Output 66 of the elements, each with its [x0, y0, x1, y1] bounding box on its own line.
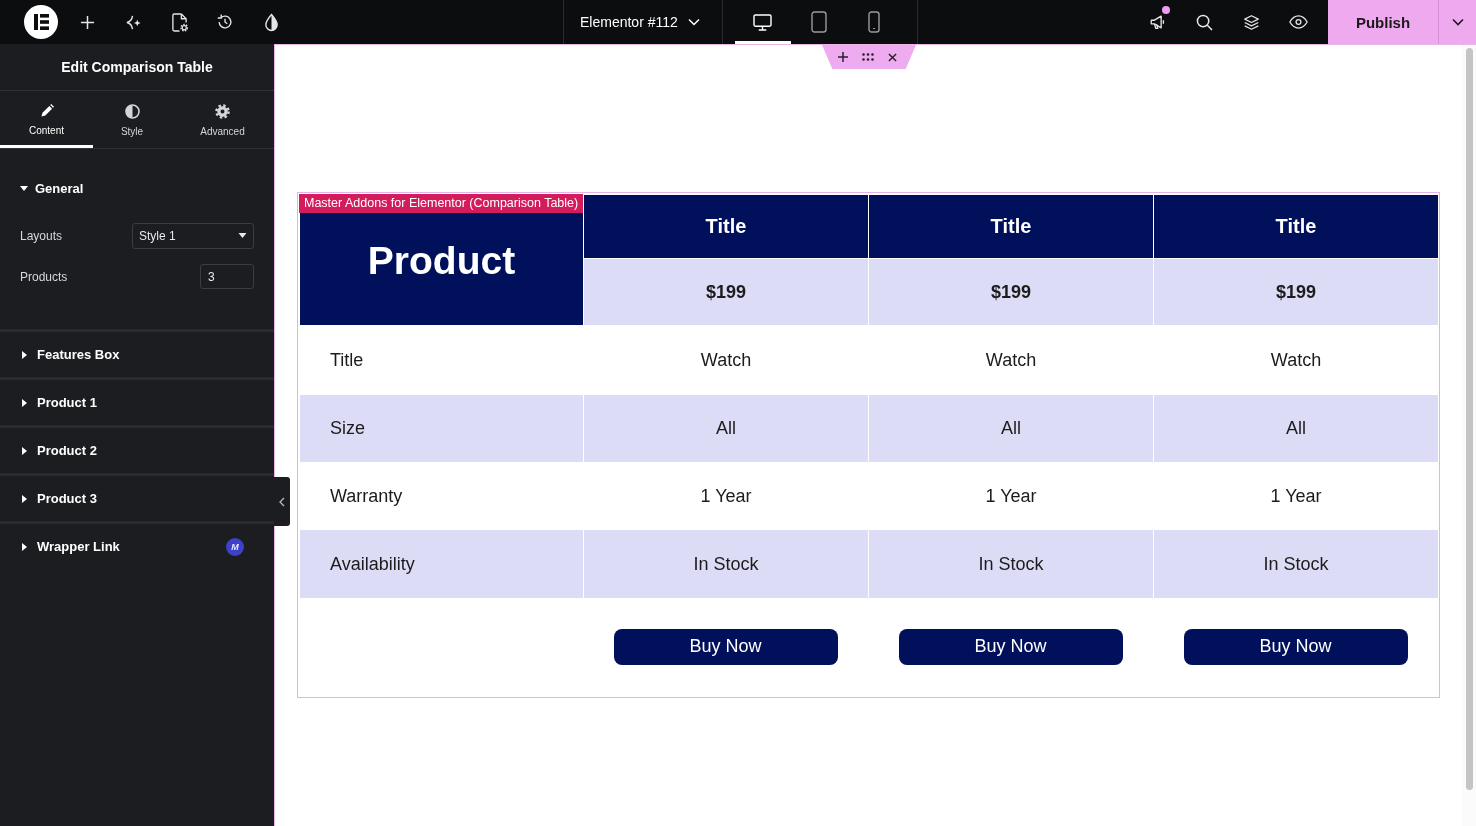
gear-icon	[215, 104, 230, 119]
publish-button[interactable]: Publish	[1328, 0, 1438, 44]
layers-icon	[1243, 13, 1260, 31]
price-cell: $199	[1153, 258, 1438, 325]
caret-right-icon	[22, 542, 27, 551]
grip-icon[interactable]	[862, 53, 874, 61]
caret-right-icon	[22, 398, 27, 407]
mobile-icon	[868, 11, 881, 33]
contrast-icon	[124, 104, 140, 119]
tablet-icon	[810, 11, 827, 33]
row-label-cell: Size	[300, 395, 583, 462]
chevron-left-icon	[279, 496, 285, 507]
table-cell: In Stock	[868, 530, 1153, 598]
desktop-icon	[753, 13, 773, 31]
caret-right-icon	[22, 446, 27, 455]
field-label: Layouts	[20, 228, 63, 243]
table-cell: All	[583, 395, 868, 462]
price-cell: $199	[868, 258, 1153, 325]
panel-tab[interactable]: Content	[0, 91, 93, 148]
collapse-panel-button[interactable]	[274, 477, 290, 526]
table-header-cell: Title	[583, 195, 868, 258]
table-header-cell: Title	[1153, 195, 1438, 258]
caret-down-icon	[20, 185, 28, 191]
number-input[interactable]: 3	[200, 264, 254, 289]
section-toggle[interactable]: Product 3	[20, 491, 97, 506]
sparkle-icon	[124, 13, 142, 31]
row-label-cell: Availability	[300, 530, 583, 598]
section-toggle[interactable]: Product 1	[20, 395, 97, 410]
chevron-down-icon	[1451, 18, 1464, 26]
eye-icon	[1289, 15, 1308, 29]
addon-badge: M	[226, 537, 244, 556]
table-header-cell: Title	[868, 195, 1153, 258]
buy-now-button[interactable]: Buy Now	[898, 628, 1123, 665]
document-gear-icon	[170, 12, 188, 32]
section-toggle[interactable]: General	[20, 180, 84, 196]
layout-select[interactable]: Style 1	[132, 222, 254, 249]
chevron-down-icon	[687, 18, 700, 26]
caret-right-icon	[22, 350, 27, 359]
close-icon[interactable]	[888, 52, 897, 62]
megaphone-icon	[1148, 13, 1167, 31]
history-icon	[216, 13, 234, 31]
buy-now-button[interactable]: Buy Now	[613, 628, 838, 665]
table-cell: In Stock	[583, 530, 868, 598]
caret-right-icon	[22, 494, 27, 503]
panel-tab[interactable]: Style	[93, 91, 171, 148]
price-cell: $199	[583, 258, 868, 325]
scrollbar[interactable]	[1462, 45, 1476, 826]
panel-tab[interactable]: Advanced	[171, 91, 274, 148]
widget-label: Master Addons for Elementor (Comparison Table)	[299, 194, 584, 213]
section-toggle[interactable]: Features Box	[20, 347, 120, 362]
section-toggle[interactable]: Wrapper Link	[20, 539, 120, 554]
logo-icon[interactable]	[24, 5, 58, 39]
table-cell: All	[868, 395, 1153, 462]
plus-icon[interactable]	[838, 52, 848, 62]
scrollbar-thumb[interactable]	[1465, 48, 1473, 790]
section-toggle[interactable]: Product 2	[20, 443, 97, 458]
search-icon	[1196, 13, 1213, 31]
caret-down-icon	[238, 233, 247, 238]
buy-now-button[interactable]: Buy Now	[1183, 628, 1408, 665]
field-label: Products	[20, 269, 68, 284]
plus-icon	[79, 14, 95, 30]
table-cell: All	[1153, 395, 1438, 462]
table-cell: In Stock	[1153, 530, 1438, 598]
table-heading: Product	[367, 239, 516, 283]
pencil-icon	[39, 104, 54, 118]
drop-icon	[263, 12, 279, 32]
